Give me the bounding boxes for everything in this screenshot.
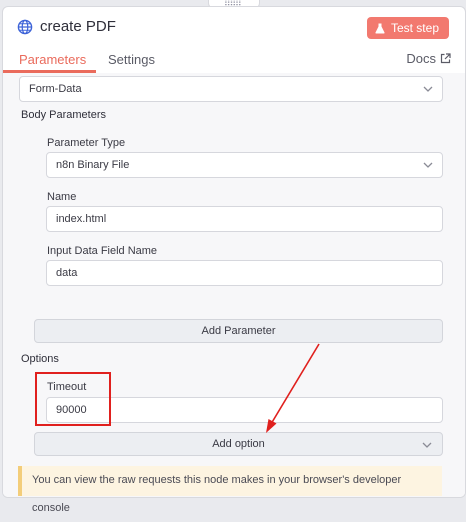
- input-data-field-input[interactable]: data: [46, 260, 443, 286]
- developer-console-notice: You can view the raw requests this node …: [18, 466, 442, 514]
- external-link-icon: [440, 53, 451, 64]
- node-title: create PDF: [40, 18, 116, 35]
- input-data-field-label: Input Data Field Name: [47, 245, 158, 257]
- globe-icon: [17, 19, 33, 35]
- node-header: create PDF Test step: [3, 7, 465, 45]
- tab-settings[interactable]: Settings: [108, 52, 155, 67]
- add-parameter-button[interactable]: Add Parameter: [34, 319, 443, 343]
- input-data-field-value: data: [56, 267, 78, 279]
- name-label: Name: [47, 191, 77, 203]
- parameter-type-value: n8n Binary File: [56, 159, 130, 171]
- name-input[interactable]: index.html: [46, 206, 443, 232]
- parameters-content: Form-Data Body Parameters Parameter Type…: [3, 73, 465, 497]
- options-heading: Options: [21, 353, 59, 365]
- docs-link[interactable]: Docs: [406, 51, 451, 66]
- name-value: index.html: [56, 213, 107, 225]
- add-option-button[interactable]: Add option: [34, 432, 443, 456]
- docs-label: Docs: [406, 51, 436, 66]
- body-parameters-heading: Body Parameters: [21, 109, 106, 121]
- flask-icon: [375, 23, 385, 33]
- parameter-type-label: Parameter Type: [47, 137, 126, 149]
- add-option-label: Add option: [212, 438, 265, 450]
- parameter-type-select[interactable]: n8n Binary File: [46, 152, 443, 178]
- test-step-label: Test step: [390, 21, 439, 35]
- chevron-down-icon: [423, 162, 433, 168]
- chevron-down-icon: [422, 442, 432, 448]
- body-content-type-select[interactable]: Form-Data: [19, 76, 443, 102]
- annotation-highlight-box: [35, 372, 111, 426]
- body-content-type-value: Form-Data: [29, 83, 82, 95]
- chevron-down-icon: [423, 86, 433, 92]
- test-step-button[interactable]: Test step: [366, 17, 449, 39]
- tab-parameters[interactable]: Parameters: [19, 52, 86, 67]
- add-parameter-label: Add Parameter: [201, 325, 276, 337]
- notice-text: You can view the raw requests this node …: [32, 474, 402, 514]
- tab-bar: Parameters Settings Docs: [3, 45, 465, 74]
